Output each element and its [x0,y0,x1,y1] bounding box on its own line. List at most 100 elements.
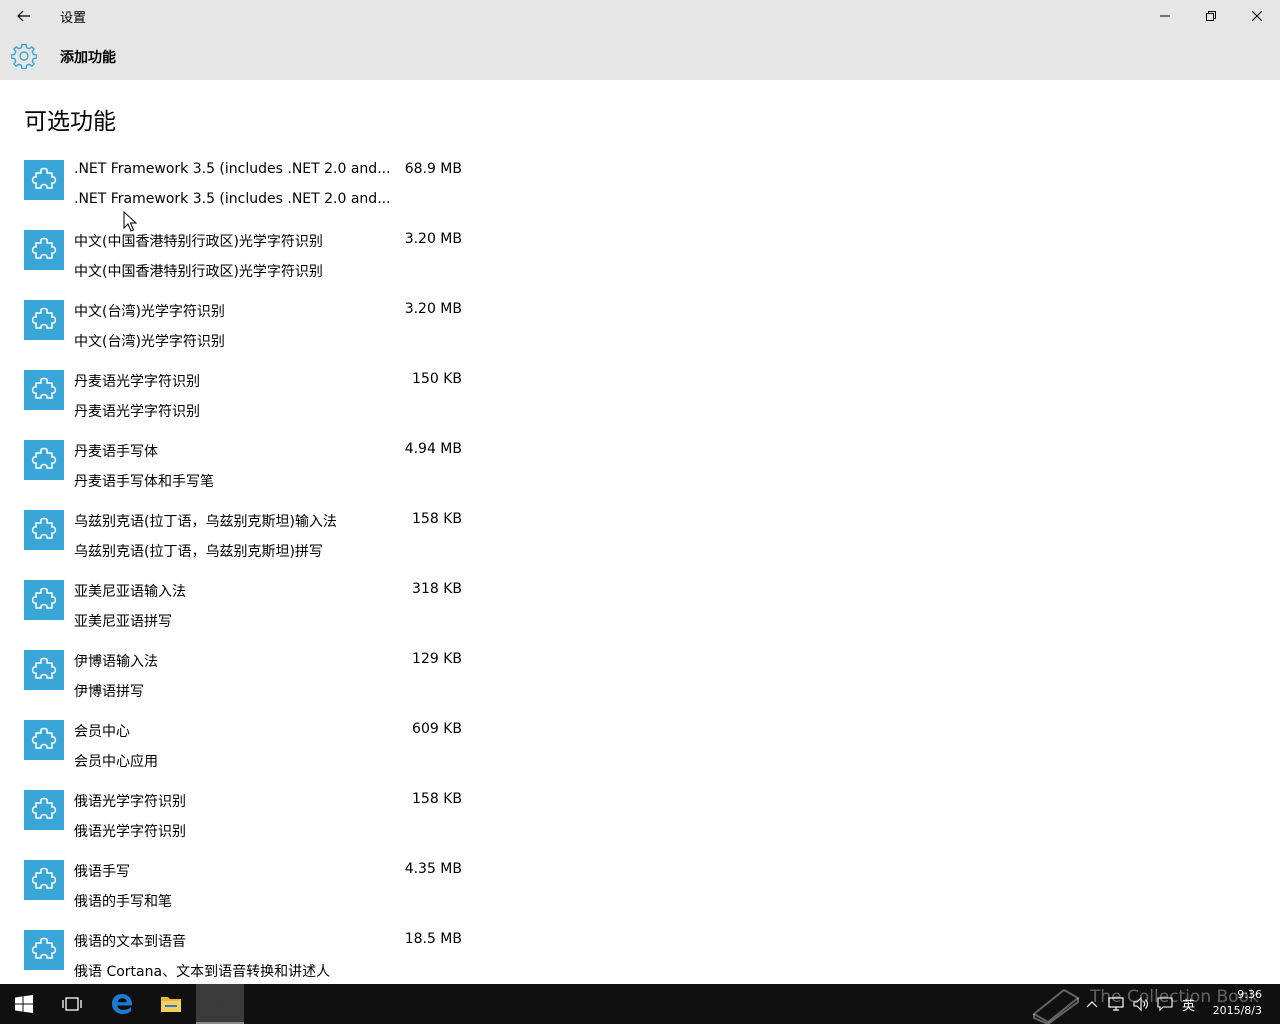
feature-size: 158 KB [412,511,462,527]
optional-features-panel: 可选功能 .NET Framework 3.5 (includes .NET 2… [0,80,1280,984]
feature-icon [24,510,64,550]
section-title: 可选功能 [24,109,116,135]
feature-name: 俄语光学字符识别 [74,794,186,810]
back-button[interactable] [0,0,48,32]
feature-name: 丹麦语手写体 [74,444,158,460]
task-view-button[interactable] [48,984,96,1024]
clock-time: 9:36 [1237,988,1262,1001]
puzzle-piece-icon [31,867,57,889]
settings-app-icon [216,999,224,1007]
feature-item[interactable]: 乌兹别克语(拉丁语，乌兹别克斯坦)输入法 乌兹别克语(拉丁语，乌兹别克斯坦)拼写 1… [24,510,464,580]
feature-size: 129 KB [412,651,462,667]
title-bar: 设置 [0,0,1280,32]
chevron-up-icon [1086,1001,1098,1008]
feature-item[interactable]: 伊博语输入法 伊博语拼写 129 KB [24,650,464,720]
feature-name: .NET Framework 3.5 (includes .NET 2.0 an… [74,161,391,177]
puzzle-piece-icon [31,237,57,259]
puzzle-piece-icon [31,657,57,679]
puzzle-piece-icon [31,377,57,399]
speaker-icon [1133,996,1148,1012]
network-icon [1108,997,1124,1011]
feature-item[interactable]: 俄语光学字符识别 俄语光学字符识别 158 KB [24,790,464,860]
puzzle-piece-icon [31,937,57,959]
feature-item[interactable]: 俄语手写俄语的手写和笔 4.35 MB [24,860,464,930]
edge-icon [112,994,133,1014]
feature-description: 丹麦语手写体和手写笔 [74,474,214,490]
folder-icon [161,997,181,1012]
clock-date: 2015/8/3 [1212,1004,1262,1017]
puzzle-piece-icon [31,447,57,469]
feature-size: 4.35 MB [404,861,462,877]
network-tray-button[interactable] [1108,984,1124,1024]
feature-icon [24,160,64,200]
feature-description: 俄语 Cortana、文本到语音转换和讲述人 [74,964,331,980]
feature-name: 中文(中国香港特别行政区)光学字符识别 [74,234,323,250]
feature-icon [24,580,64,620]
feature-item[interactable]: 俄语的文本到语音 俄语 Cortana、文本到语音转换和讲述人 18.5 MB [24,930,464,984]
feature-size: 150 KB [412,371,462,387]
gear-icon [11,43,37,69]
book-watermark-icon [1032,988,1080,1024]
feature-description: 俄语光学字符识别 [74,824,186,840]
start-button[interactable] [0,984,48,1024]
show-hidden-icons-button[interactable] [1086,984,1098,1024]
feature-description: 会员中心应用 [74,754,158,770]
page-header: 添加功能 [0,32,1280,80]
feature-item[interactable]: 丹麦语手写体丹麦语手写体和手写笔 4.94 MB [24,440,464,510]
feature-item[interactable]: 亚美尼亚语输入法 亚美尼亚语拼写 318 KB [24,580,464,650]
feature-name: 亚美尼亚语输入法 [74,584,186,600]
feature-description: 伊博语拼写 [74,684,144,700]
file-explorer-button[interactable] [147,984,195,1024]
action-center-button[interactable] [1157,984,1173,1024]
close-icon [1252,11,1262,21]
clock[interactable]: 9:36 2015/8/3 [1192,987,1262,1019]
feature-icon [24,300,64,340]
taskbar: The Collection Book 英 9:36 2015/8/3 [0,984,1280,1024]
feature-description: 中文(中国香港特别行政区)光学字符识别 [74,264,323,280]
feature-size: 158 KB [412,791,462,807]
feature-description: 亚美尼亚语拼写 [74,614,172,630]
feature-size: 609 KB [412,721,462,737]
feature-icon [24,440,64,480]
feature-name: 丹麦语光学字符识别 [74,374,200,390]
feature-description: 乌兹别克语(拉丁语，乌兹别克斯坦)拼写 [74,544,323,560]
feature-size: 3.20 MB [404,301,462,317]
restore-button[interactable] [1188,0,1234,32]
task-view-icon [62,997,82,1011]
feature-description: 中文(台湾)光学字符识别 [74,334,225,350]
feature-item[interactable]: 中文(台湾)光学字符识别 中文(台湾)光学字符识别 3.20 MB [24,300,464,370]
puzzle-piece-icon [31,517,57,539]
puzzle-piece-icon [31,307,57,329]
feature-description: .NET Framework 3.5 (includes .NET 2.0 an… [74,191,391,207]
feature-icon [24,930,64,970]
feature-name: 俄语手写 [74,864,130,880]
volume-tray-button[interactable] [1133,984,1149,1024]
feature-item[interactable]: 会员中心 会员中心应用 609 KB [24,720,464,790]
feature-description: 俄语的手写和笔 [74,894,172,910]
message-icon [1157,997,1173,1012]
feature-item[interactable]: .NET Framework 3.5 (includes .NET 2.0 an… [24,160,464,230]
feature-size: 4.94 MB [404,441,462,457]
puzzle-piece-icon [31,727,57,749]
feature-icon [24,230,64,270]
windows-logo-icon [15,995,33,1013]
feature-name: 中文(台湾)光学字符识别 [74,304,225,320]
feature-item[interactable]: 丹麦语光学字符识别 丹麦语光学字符识别 150 KB [24,370,464,440]
puzzle-piece-icon [31,797,57,819]
feature-icon [24,790,64,830]
settings-taskbar-button[interactable] [196,984,244,1024]
feature-description: 丹麦语光学字符识别 [74,404,200,420]
puzzle-piece-icon [31,167,57,189]
minimize-button[interactable] [1142,0,1188,32]
feature-name: 乌兹别克语(拉丁语，乌兹别克斯坦)输入法 [74,514,337,530]
feature-size: 3.20 MB [404,231,462,247]
feature-item[interactable]: 中文(中国香港特别行政区)光学字符识别 中文(中国香港特别行政区)光学字符识别 3.… [24,230,464,300]
close-button[interactable] [1234,0,1280,32]
edge-browser-button[interactable] [98,984,146,1024]
feature-icon [24,860,64,900]
window-title: 设置 [60,11,87,26]
feature-name: 俄语的文本到语音 [74,934,186,950]
restore-icon [1206,11,1216,21]
feature-icon [24,650,64,690]
back-arrow-icon [17,10,30,22]
